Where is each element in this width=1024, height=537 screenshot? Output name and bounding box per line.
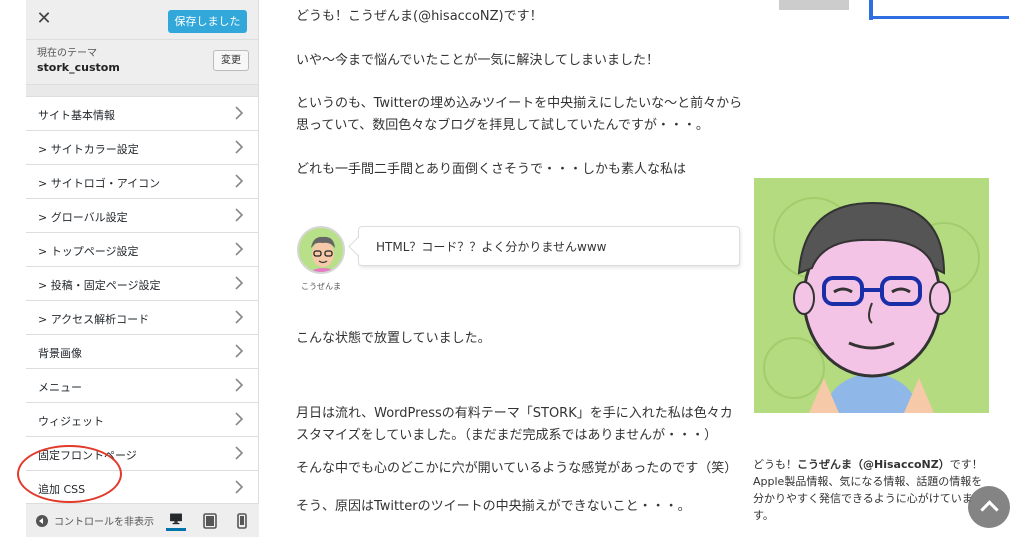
left-gutter	[0, 0, 26, 537]
menu-item-background-image[interactable]: 背景画像	[26, 335, 258, 369]
chevron-right-icon	[235, 140, 244, 154]
current-theme-section: 現在のテーマ stork_custom 変更	[26, 40, 258, 85]
chevron-right-icon	[235, 446, 244, 460]
chevron-right-icon	[235, 378, 244, 392]
chevron-right-icon	[235, 480, 244, 494]
article-paragraph: そう、原因はTwitterのツイートの中央揃えができないこと・・・。	[296, 499, 691, 514]
chevron-right-icon	[235, 412, 244, 426]
chat-message: HTML？コード？？よく分かりませんwww	[376, 240, 607, 254]
hide-controls-label: コントロールを非表示	[54, 517, 154, 528]
menu-item-menus[interactable]: メニュー	[26, 369, 258, 403]
profile-description: どうも！こうぜんま（@HisaccoNZ）です！ Apple製品情報、気になる情…	[753, 456, 993, 524]
tablet-preview-icon[interactable]	[200, 511, 220, 531]
save-button[interactable]: 保存しました	[168, 10, 247, 33]
menu-item-label: 背景画像	[38, 347, 82, 360]
menu-item-top-page[interactable]: > トップページ設定	[26, 233, 258, 267]
profile-name: こうぜんま（@HisaccoNZ）	[797, 458, 950, 471]
profile-illustration	[754, 178, 989, 413]
chevron-right-icon	[235, 174, 244, 188]
section-divider	[26, 85, 258, 97]
panel-header: ✕ 保存しました	[26, 0, 258, 40]
menu-item-label: サイト基本情報	[38, 109, 115, 122]
chat-author-name: こうぜんま	[301, 282, 341, 291]
menu-item-post-page-settings[interactable]: > 投稿・固定ページ設定	[26, 267, 258, 301]
article-paragraph: どうも！こうぜんま(@hisaccoNZ)です！	[296, 9, 543, 24]
author-avatar	[297, 226, 345, 274]
menu-item-widgets[interactable]: ウィジェット	[26, 403, 258, 437]
sidebar-top-image	[779, 0, 1009, 20]
article-paragraph: こんな状態で放置していました。	[296, 331, 491, 346]
menu-item-analytics-code[interactable]: > アクセス解析コード	[26, 301, 258, 335]
menu-item-label: > グローバル設定	[38, 211, 128, 224]
menu-item-label: ウィジェット	[38, 415, 104, 428]
customizer-menu: サイト基本情報 > サイトカラー設定 > サイトロゴ・アイコン > グローバル設…	[26, 97, 258, 505]
article-paragraph: いや〜今まで悩んでいたことが一気に解決してしまいました！	[296, 53, 659, 68]
menu-item-site-identity[interactable]: サイト基本情報	[26, 97, 258, 131]
profile-intro-suffix: です！	[949, 458, 983, 471]
menu-item-label: メニュー	[38, 381, 82, 394]
profile-text: Apple製品情報、気になる情報、話題の情報を分かりやすく発信できるように心がけ…	[753, 475, 983, 522]
article-paragraph: どれも一手間二手間とあり面倒くさそうで・・・しかも素人な私は	[296, 162, 687, 177]
menu-item-static-front-page[interactable]: 固定フロントページ	[26, 437, 258, 471]
customizer-panel: ✕ 保存しました 現在のテーマ stork_custom 変更 サイト基本情報 …	[26, 0, 259, 537]
menu-item-site-logo[interactable]: > サイトロゴ・アイコン	[26, 165, 258, 199]
menu-item-label: > サイトカラー設定	[38, 143, 139, 156]
scroll-to-top-button[interactable]	[968, 486, 1010, 528]
hide-controls-button[interactable]: コントロールを非表示	[36, 513, 158, 528]
theme-name: stork_custom	[37, 61, 120, 74]
current-theme-label: 現在のテーマ	[37, 48, 97, 59]
article-paragraph: そんな中でも心のどこかに穴が開いているような感覚があったのです（笑）	[296, 461, 738, 476]
desktop-preview-icon[interactable]	[166, 511, 186, 531]
profile-intro-prefix: どうも！	[753, 458, 797, 471]
chevron-right-icon	[235, 242, 244, 256]
panel-footer: コントロールを非表示	[26, 503, 259, 537]
chevron-right-icon	[235, 344, 244, 358]
article-paragraph: というのも、Twitterの埋め込みツイートを中央揃えにしたいな〜と前々から思っ…	[296, 96, 743, 133]
menu-item-global-settings[interactable]: > グローバル設定	[26, 199, 258, 233]
close-icon[interactable]: ✕	[34, 9, 54, 29]
chevron-right-icon	[235, 310, 244, 324]
menu-item-additional-css[interactable]: 追加 CSS	[26, 471, 258, 505]
chevron-right-icon	[235, 276, 244, 290]
site-preview: どうも！こうぜんま(@hisaccoNZ)です！ いや〜今まで悩んでいたことが一…	[259, 0, 1024, 537]
change-theme-button[interactable]: 変更	[213, 50, 249, 71]
article-paragraph: 月日は流れ、WordPressの有料テーマ「STORK」を手に入れた私は色々カス…	[296, 406, 733, 443]
menu-item-label: > トップページ設定	[38, 245, 139, 258]
chat-bubble: HTML？コード？？よく分かりませんwww	[358, 226, 740, 266]
collapse-icon	[36, 514, 48, 527]
chevron-right-icon	[235, 106, 244, 120]
chevron-right-icon	[235, 208, 244, 222]
menu-item-label: 固定フロントページ	[38, 449, 137, 462]
menu-item-label: 追加 CSS	[38, 483, 86, 496]
menu-item-label: > サイトロゴ・アイコン	[38, 177, 161, 190]
menu-item-label: > アクセス解析コード	[38, 313, 150, 326]
mobile-preview-icon[interactable]	[232, 511, 252, 531]
menu-item-label: > 投稿・固定ページ設定	[38, 279, 161, 292]
menu-item-site-colors[interactable]: > サイトカラー設定	[26, 131, 258, 165]
